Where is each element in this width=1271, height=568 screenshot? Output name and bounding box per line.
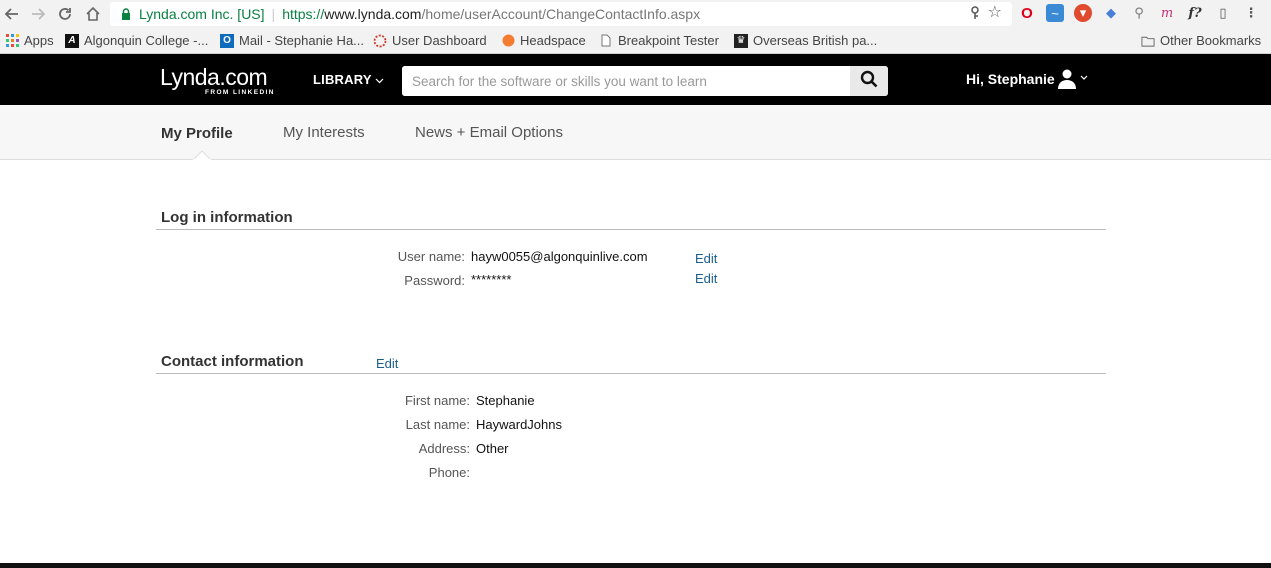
- bookmarks-bar: Apps A Algonquin College -... O Mail - S…: [0, 28, 1271, 54]
- user-avatar-icon: [1057, 69, 1089, 94]
- back-arrow-icon[interactable]: [1, 3, 23, 25]
- footer-bar: [0, 563, 1271, 568]
- page-icon: [599, 34, 613, 48]
- extension-m-icon[interactable]: m: [1158, 4, 1176, 22]
- extension-diamond-icon[interactable]: ◆: [1102, 4, 1120, 22]
- device-icon[interactable]: ▯: [1214, 4, 1232, 22]
- lynda-logo[interactable]: Lynda.com FROM LINKEDIN: [160, 64, 273, 96]
- key-icon[interactable]: [970, 6, 980, 23]
- contact-section-title: Contact information: [161, 353, 304, 370]
- bookmark-overseas-british[interactable]: ♛ Overseas British pa...: [734, 33, 877, 48]
- bookmark-label: User Dashboard: [392, 33, 487, 48]
- last-name-value: HaywardJohns: [476, 417, 562, 432]
- first-name-label: First name:: [404, 393, 470, 408]
- bookmark-label: Apps: [24, 33, 54, 48]
- font-finder-icon[interactable]: f?: [1186, 4, 1204, 22]
- outlook-icon: O: [220, 33, 234, 48]
- url-path: /home/userAccount/ChangeContactInfo.aspx: [421, 6, 701, 22]
- search-button[interactable]: [850, 66, 888, 96]
- bookmark-user-dashboard[interactable]: User Dashboard: [373, 33, 487, 48]
- bookmark-headspace[interactable]: Headspace: [501, 33, 586, 48]
- apps-grid-icon: [5, 34, 19, 48]
- library-label: LIBRARY: [313, 72, 372, 87]
- section-divider: [156, 373, 1106, 374]
- algonquin-icon: A: [65, 33, 79, 48]
- crown-icon: ♛: [734, 33, 748, 48]
- folder-icon: [1141, 34, 1155, 48]
- headspace-icon: [501, 34, 515, 48]
- logo-text: Lynda.com: [160, 64, 268, 90]
- extension-blue-icon[interactable]: ~: [1046, 4, 1064, 22]
- other-bookmarks-label: Other Bookmarks: [1160, 33, 1262, 48]
- lock-icon: [119, 7, 133, 21]
- address-label: Address:: [418, 441, 470, 456]
- opera-icon[interactable]: O: [1018, 4, 1036, 22]
- password-label: Password:: [404, 273, 465, 288]
- edit-password-link[interactable]: Edit: [695, 271, 717, 286]
- bookmark-other-folder[interactable]: Other Bookmarks: [1141, 33, 1261, 48]
- bookmark-label: Headspace: [520, 33, 586, 48]
- forward-arrow-icon[interactable]: [27, 3, 49, 25]
- bookmark-apps[interactable]: Apps: [5, 33, 54, 48]
- star-icon[interactable]: ☆: [988, 5, 1002, 23]
- tab-my-profile[interactable]: My Profile: [161, 125, 233, 142]
- tab-news-email-options[interactable]: News + Email Options: [415, 124, 563, 141]
- phone-label: Phone:: [428, 465, 470, 480]
- tab-my-interests[interactable]: My Interests: [283, 124, 365, 141]
- search-input[interactable]: [402, 66, 850, 96]
- bookmark-label: Mail - Stephanie Ha...: [239, 33, 365, 48]
- bookmark-algonquin[interactable]: A Algonquin College -...: [65, 33, 208, 48]
- search-box: [402, 66, 888, 96]
- edit-contact-link[interactable]: Edit: [376, 356, 398, 371]
- bookmark-label: Algonquin College -...: [84, 33, 209, 48]
- url-host: www.lynda.com: [324, 6, 422, 22]
- user-menu[interactable]: [1057, 68, 1089, 90]
- bookmark-label: Overseas British pa...: [753, 33, 878, 48]
- url-scheme: https://: [282, 6, 325, 22]
- logo-subtext: FROM LINKEDIN: [205, 89, 275, 96]
- address-bar[interactable]: Lynda.com Inc. [US] | https:// www.lynda…: [110, 2, 1012, 26]
- last-name-label: Last name:: [405, 417, 470, 432]
- magnifier-icon[interactable]: ⚲: [1130, 4, 1148, 22]
- bookmark-mail[interactable]: O Mail - Stephanie Ha...: [220, 33, 364, 48]
- dashboard-icon: [373, 34, 387, 48]
- username-value: hayw0055@algonquinlive.com: [471, 249, 648, 264]
- menu-dots-icon[interactable]: ⋮: [1242, 4, 1260, 22]
- bookmark-breakpoint-tester[interactable]: Breakpoint Tester: [599, 33, 719, 48]
- library-menu[interactable]: LIBRARY: [313, 72, 384, 87]
- browser-toolbar: Lynda.com Inc. [US] | https:// www.lynda…: [0, 0, 1271, 28]
- active-tab-indicator: [193, 150, 211, 160]
- username-label: User name:: [397, 249, 465, 264]
- url-divider: |: [271, 6, 276, 22]
- secure-site-label: Lynda.com Inc. [US]: [139, 6, 265, 22]
- site-header: Lynda.com FROM LINKEDIN LIBRARY Hi, Step…: [0, 54, 1271, 105]
- chevron-down-icon: [375, 72, 384, 87]
- reload-icon[interactable]: [54, 3, 76, 25]
- profile-tabs: My Profile My Interests News + Email Opt…: [0, 105, 1271, 160]
- search-icon: [860, 70, 878, 93]
- extension-icons: O ~ ▾ ◆ ⚲ m f? ▯ ⋮: [1018, 4, 1260, 22]
- section-divider: [156, 229, 1106, 230]
- password-value: ********: [471, 272, 512, 287]
- extension-red-icon[interactable]: ▾: [1074, 4, 1092, 22]
- edit-username-link[interactable]: Edit: [695, 251, 717, 266]
- home-icon[interactable]: [82, 3, 104, 25]
- user-greeting[interactable]: Hi, Stephanie: [966, 71, 1055, 87]
- address-value: Other: [476, 441, 509, 456]
- login-section-title: Log in information: [161, 209, 293, 226]
- bookmark-label: Breakpoint Tester: [618, 33, 719, 48]
- first-name-value: Stephanie: [476, 393, 535, 408]
